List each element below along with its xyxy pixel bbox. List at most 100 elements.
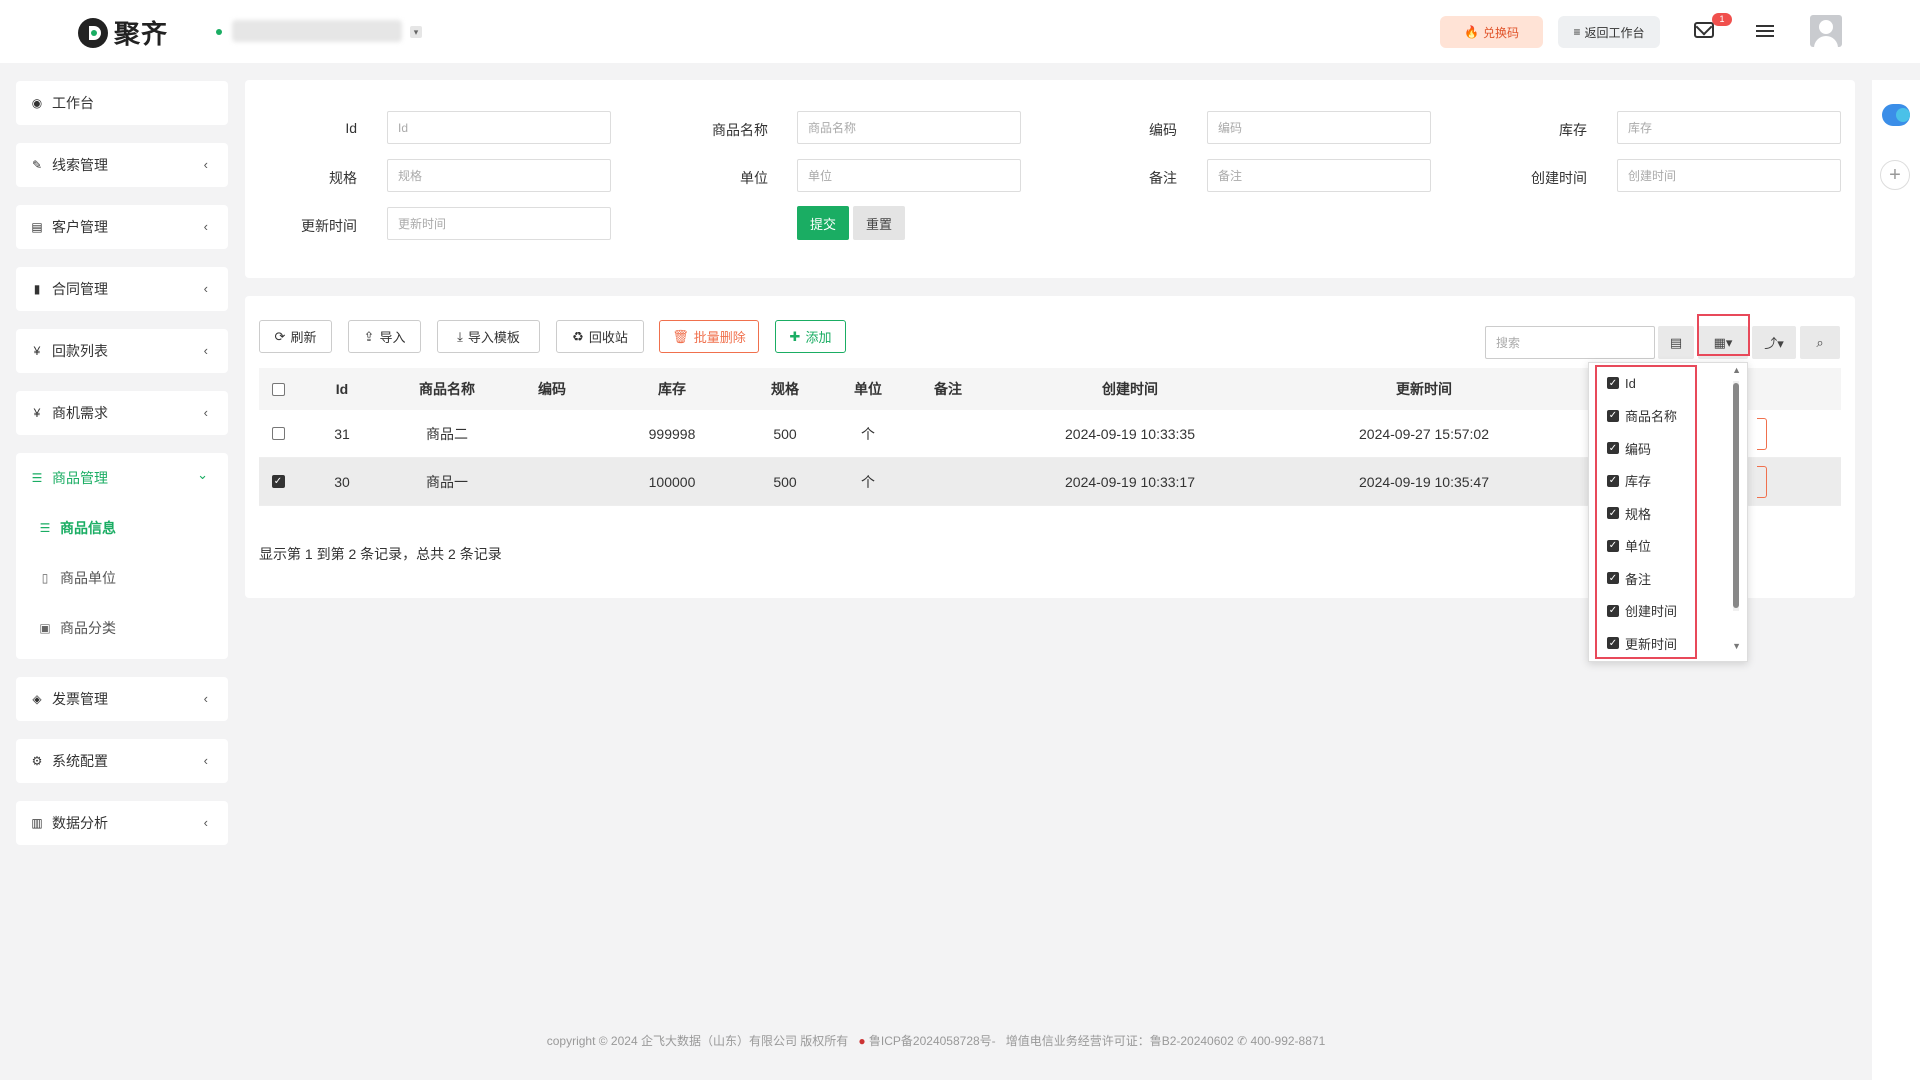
remark-input[interactable]: [1207, 159, 1431, 192]
scrollbar-thumb[interactable]: [1733, 383, 1739, 608]
sidebar-subitem[interactable]: ▣ 商品分类: [16, 603, 228, 653]
sidebar-item[interactable]: ¥ 回款列表 ‹: [16, 329, 228, 373]
plus-icon: ✚: [789, 328, 801, 344]
brand-logo[interactable]: 聚齐: [78, 14, 168, 51]
redeem-code-button[interactable]: 🔥 兑换码: [1440, 16, 1543, 48]
submit-button[interactable]: 提交: [797, 206, 849, 240]
hamburger-menu-icon[interactable]: [1756, 22, 1774, 40]
column-header-stock[interactable]: 库存: [597, 368, 747, 410]
column-header-created[interactable]: 创建时间: [983, 368, 1277, 410]
copyright-text: copyright © 2024 企飞大数据（山东）有限公司 版权所有: [546, 1034, 849, 1048]
product-name-input[interactable]: [797, 111, 1021, 144]
sidebar-subitem[interactable]: ☰ 商品信息: [16, 503, 228, 553]
mail-icon[interactable]: [1694, 22, 1714, 38]
column-toggle-option[interactable]: ✓ 备注: [1607, 568, 1651, 588]
sidebar-item[interactable]: ⚙ 系统配置 ‹: [16, 739, 228, 783]
chevron-left-icon: ‹: [203, 157, 208, 172]
column-toggle-checkbox[interactable]: ✓: [1607, 442, 1619, 454]
import-template-button[interactable]: ⤓ 导入模板: [437, 320, 540, 353]
row-checkbox[interactable]: ✓: [271, 475, 285, 488]
sidebar-item[interactable]: ▮ 合同管理 ‹: [16, 267, 228, 311]
reset-button[interactable]: 重置: [853, 206, 905, 240]
unit-input[interactable]: [797, 159, 1021, 192]
columns-button-highlight: [1697, 314, 1750, 356]
column-toggle-checkbox[interactable]: ✓: [1607, 572, 1619, 584]
column-toggle-checkbox[interactable]: ✓: [1607, 637, 1619, 649]
stock-input[interactable]: [1617, 111, 1841, 144]
fire-icon: 🔥: [1464, 25, 1479, 39]
filter-label-remark: 备注: [1149, 170, 1177, 186]
sidebar-item-label: 客户管理: [52, 219, 108, 235]
id-input[interactable]: [387, 111, 611, 144]
chevron-left-icon: ‹: [203, 405, 208, 420]
column-toggle-option[interactable]: ✓ 编码: [1607, 438, 1651, 458]
row-checkbox[interactable]: [271, 427, 285, 440]
cell-stock: 999998: [648, 425, 696, 442]
sidebar-group: ▥ 数据分析 ‹: [16, 801, 228, 845]
row-action-button[interactable]: [1757, 466, 1767, 498]
sidebar-item[interactable]: ¥ 商机需求 ‹: [16, 391, 228, 435]
avatar[interactable]: [1810, 15, 1842, 47]
column-header-name[interactable]: 商品名称: [387, 368, 507, 410]
icp-link[interactable]: 鲁ICP备2024058728号-: [869, 1034, 996, 1048]
sidebar-item[interactable]: ☰ 商品管理 ⌄: [16, 453, 228, 503]
cogs-icon: ⚙: [31, 754, 43, 768]
sidebar-item[interactable]: ▤ 客户管理 ‹: [16, 205, 228, 249]
column-header-remark[interactable]: 备注: [913, 368, 983, 410]
list-icon: ☰: [39, 521, 51, 535]
row-checkbox-cell[interactable]: [259, 410, 297, 457]
column-toggle-option[interactable]: ✓ 创建时间: [1607, 601, 1677, 621]
spec-input[interactable]: [387, 159, 611, 192]
right-rail: +: [1872, 80, 1920, 1080]
select-all-checkbox-cell[interactable]: [259, 368, 297, 410]
export-button[interactable]: ⤴▾: [1752, 326, 1796, 359]
cell-updated: 2024-09-27 15:57:02: [1359, 425, 1489, 442]
scroll-up-arrow-icon[interactable]: ▲: [1732, 365, 1741, 375]
column-toggle-checkbox[interactable]: ✓: [1607, 604, 1619, 617]
row-checkbox-cell[interactable]: ✓: [259, 458, 297, 505]
column-toggle-checkbox[interactable]: ✓: [1607, 507, 1619, 519]
recycle-bin-button[interactable]: ♻ 回收站: [556, 320, 644, 353]
import-button[interactable]: ⇪ 导入: [348, 320, 421, 353]
column-header-spec[interactable]: 规格: [747, 368, 823, 410]
refresh-button[interactable]: ⟳ 刷新: [259, 320, 332, 353]
organization-switcher[interactable]: [232, 20, 402, 42]
scroll-down-arrow-icon[interactable]: ▼: [1732, 641, 1741, 651]
add-button[interactable]: ✚ 添加: [775, 320, 846, 353]
caret-down-icon[interactable]: ▾: [410, 26, 422, 38]
sidebar-item[interactable]: ✎ 线索管理 ‹: [16, 143, 228, 187]
column-toggle-checkbox[interactable]: ✓: [1607, 377, 1619, 389]
column-toggle-option[interactable]: ✓ 更新时间: [1607, 633, 1677, 653]
advanced-search-button[interactable]: ⌕: [1800, 326, 1840, 359]
code-input[interactable]: [1207, 111, 1431, 144]
sidebar-subitem[interactable]: ▯ 商品单位: [16, 553, 228, 603]
row-action-button[interactable]: [1757, 418, 1767, 450]
chat-icon[interactable]: [1882, 104, 1910, 126]
sidebar-item[interactable]: ◈ 发票管理 ‹: [16, 677, 228, 721]
column-toggle-option[interactable]: ✓ 规格: [1607, 503, 1651, 523]
add-shortcut-icon[interactable]: +: [1880, 160, 1910, 190]
column-toggle-checkbox[interactable]: ✓: [1607, 474, 1619, 487]
column-header-code[interactable]: 编码: [507, 368, 597, 410]
column-header-unit[interactable]: 单位: [823, 368, 913, 410]
column-header-updated[interactable]: 更新时间: [1277, 368, 1571, 410]
sidebar-item[interactable]: ▥ 数据分析 ‹: [16, 801, 228, 845]
upload-icon: ⇪: [363, 328, 375, 344]
column-toggle-option[interactable]: ✓ 单位: [1607, 536, 1651, 556]
dashboard-icon: ◉: [31, 96, 43, 110]
column-toggle-option[interactable]: ✓ 库存: [1607, 471, 1651, 491]
back-to-workbench-button[interactable]: ≡ 返回工作台: [1558, 16, 1660, 48]
created-time-input[interactable]: [1617, 159, 1841, 192]
select-all-checkbox[interactable]: [271, 382, 285, 396]
batch-delete-button[interactable]: 🗑 批量删除: [659, 320, 759, 353]
table-search-input[interactable]: [1485, 326, 1655, 359]
column-toggle-option[interactable]: ✓ Id: [1607, 373, 1636, 393]
toggle-view-button[interactable]: ▤: [1658, 326, 1694, 359]
updated-time-input[interactable]: [387, 207, 611, 240]
column-toggle-option[interactable]: ✓ 商品名称: [1607, 406, 1677, 426]
sidebar-item[interactable]: ◉ 工作台: [16, 81, 228, 125]
trash-icon: 🗑: [672, 328, 689, 344]
column-toggle-checkbox[interactable]: ✓: [1607, 409, 1619, 422]
column-toggle-checkbox[interactable]: ✓: [1607, 539, 1619, 552]
column-header-id[interactable]: Id: [297, 368, 387, 410]
